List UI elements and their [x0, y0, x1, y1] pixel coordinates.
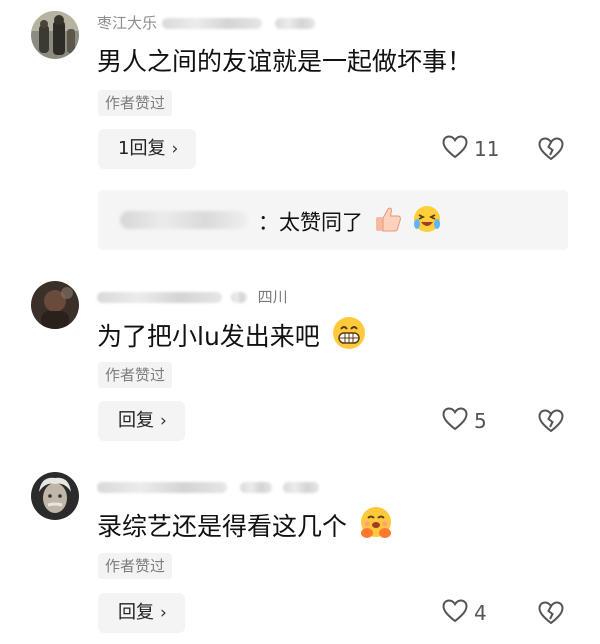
like-button[interactable]: 5 [442, 403, 487, 439]
sub-reply-box[interactable]: ：太赞同了 [98, 190, 568, 250]
username-text: 枣江大乐 [97, 14, 158, 32]
username-blur [274, 18, 315, 29]
username-blur [161, 18, 262, 29]
username-blur [282, 482, 319, 493]
reply-button[interactable]: 回复 › [98, 401, 185, 441]
broken-heart-icon[interactable] [538, 409, 564, 437]
like-count: 5 [474, 409, 487, 433]
reply-button[interactable]: 1回复 › [98, 129, 197, 169]
reply-label: 1回复 [118, 138, 166, 159]
username-blur [97, 482, 227, 493]
heart-outline-icon [442, 135, 468, 163]
sub-reply-username-blur [120, 211, 248, 229]
reply-button[interactable]: 回复 › [98, 593, 185, 633]
heart-outline-icon [442, 407, 468, 435]
comment-text: 为了把小lu发出来吧 [97, 315, 367, 361]
broken-heart-icon[interactable] [538, 137, 564, 165]
hugging-emoji [358, 505, 394, 551]
username[interactable]: 四川 [97, 287, 288, 307]
sub-reply-text-content: ：太赞同了 [258, 210, 363, 235]
username-blur [239, 482, 272, 493]
username-blur [97, 292, 222, 303]
chevron-right-icon: › [160, 411, 167, 431]
username-blur [230, 292, 247, 303]
chevron-right-icon: › [171, 139, 179, 159]
laughing-crying-emoji [412, 204, 442, 243]
thumbs-up-emoji [373, 204, 403, 243]
reply-label: 回复 [118, 602, 154, 623]
like-button[interactable]: 4 [442, 595, 487, 631]
location-text: 四川 [257, 288, 288, 306]
comment-text-content: 为了把小lu发出来吧 [97, 322, 320, 351]
sub-reply-text: ：太赞同了 [258, 204, 442, 243]
reply-label: 回复 [118, 410, 154, 431]
username[interactable]: 枣江大乐 [97, 13, 315, 33]
chevron-right-icon: › [160, 603, 167, 623]
avatar[interactable] [31, 11, 79, 59]
username[interactable] [97, 477, 319, 497]
comment-text-content: 男人之间的友谊就是一起做坏事！ [97, 47, 473, 76]
comment-text: 男人之间的友谊就是一起做坏事！ [97, 44, 472, 80]
grinning-emoji [331, 315, 367, 361]
comment-text: 录综艺还是得看这几个 [97, 505, 394, 551]
avatar[interactable] [31, 281, 79, 329]
author-liked-badge: 作者赞过 [98, 553, 173, 579]
author-liked-badge: 作者赞过 [98, 90, 173, 116]
like-count: 11 [474, 137, 500, 161]
avatar[interactable] [31, 472, 79, 520]
broken-heart-icon[interactable] [538, 601, 564, 629]
heart-outline-icon [442, 599, 468, 627]
comment-text-content: 录综艺还是得看这几个 [97, 512, 348, 541]
author-liked-badge: 作者赞过 [98, 362, 173, 388]
like-button[interactable]: 11 [442, 131, 499, 167]
like-count: 4 [474, 601, 487, 625]
